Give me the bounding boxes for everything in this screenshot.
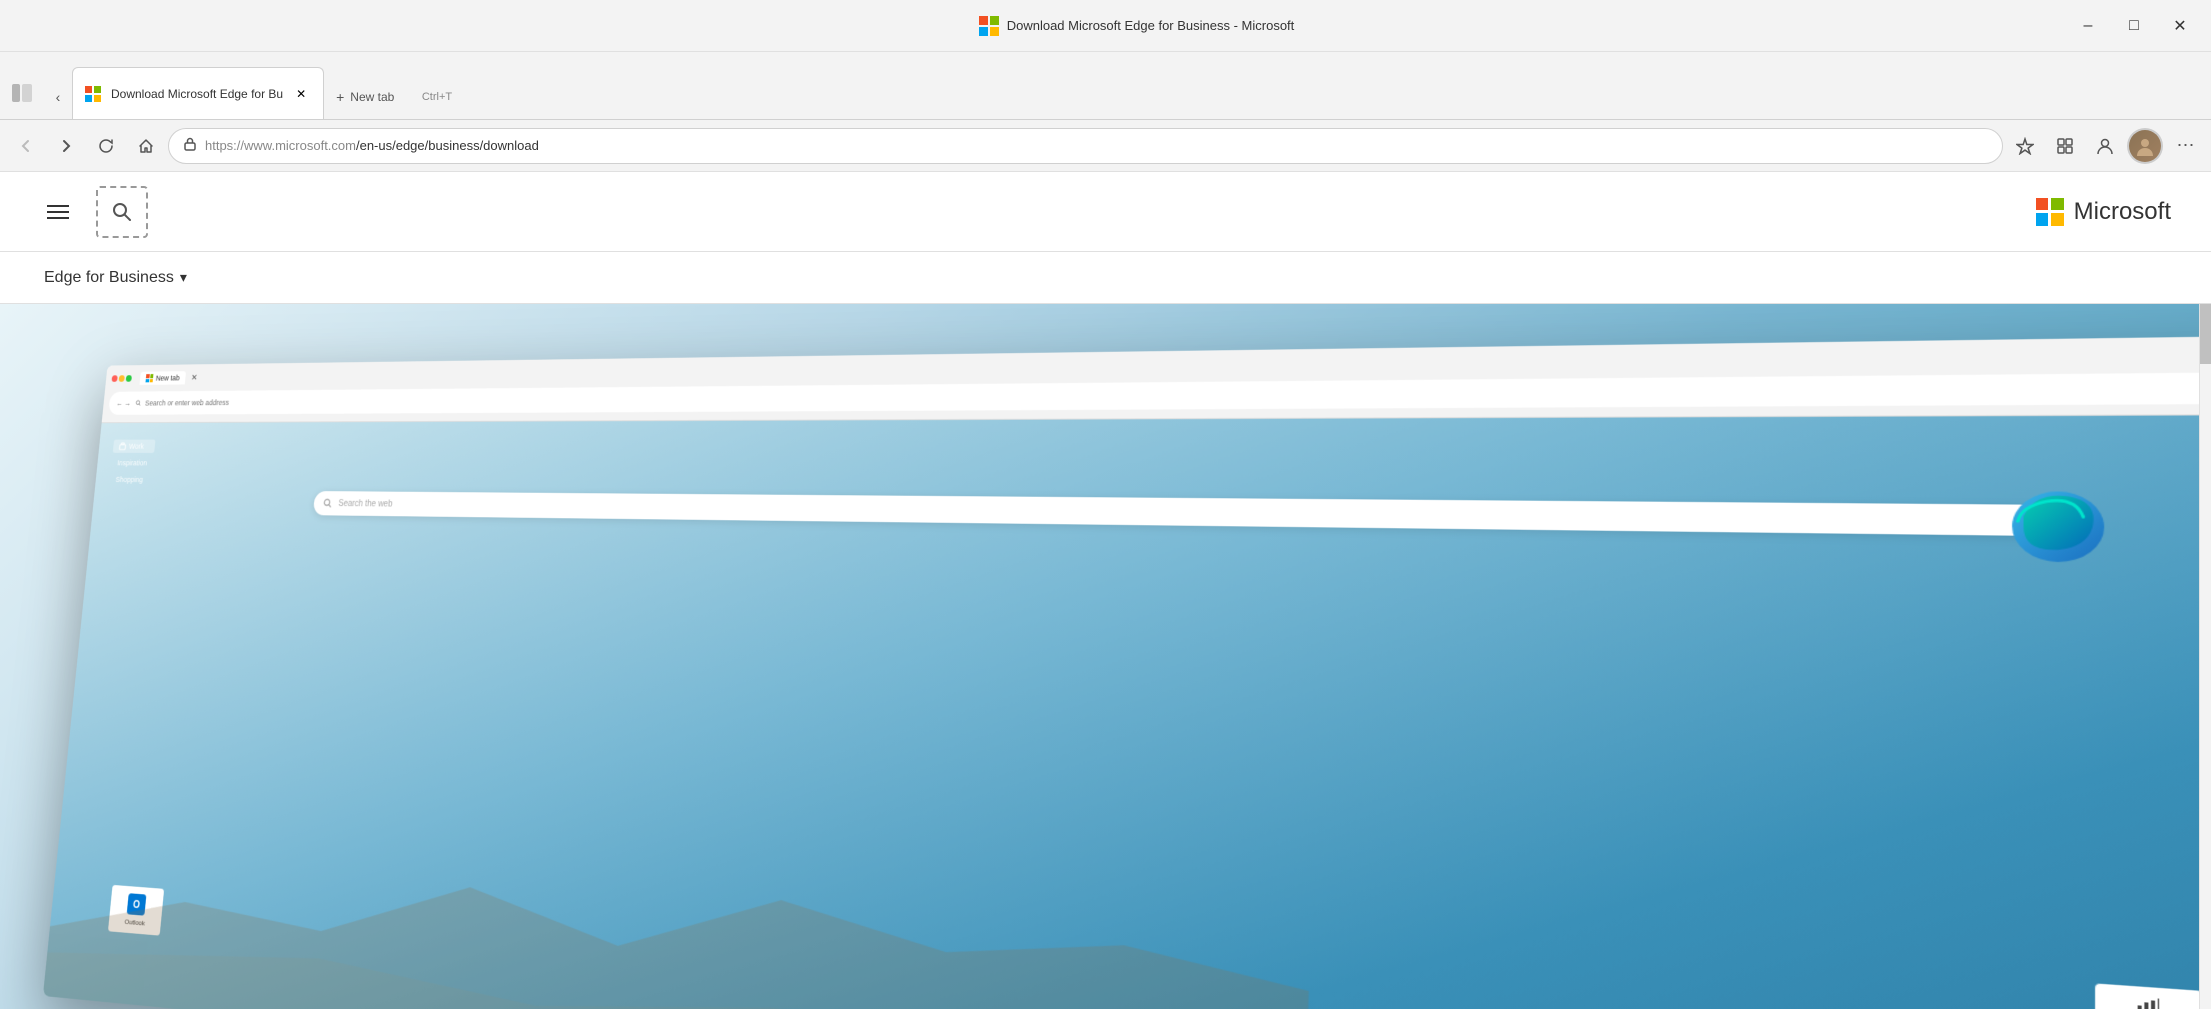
hero-bottom-links: Woodgrove Bank in LinkedIn [2095, 983, 2211, 1009]
sidebar-toggle-button[interactable] [4, 75, 40, 111]
tab-close-button[interactable]: Close tab ✕ [291, 84, 311, 104]
forward-button[interactable] [48, 128, 84, 164]
tab-favicon [85, 85, 103, 103]
hero-inspiration-label: Inspiration [117, 459, 148, 467]
profile-button[interactable] [2087, 128, 2123, 164]
site-header-logo: Microsoft [2036, 198, 2171, 226]
tab-title: Download Microsoft Edge for Bu [111, 87, 283, 101]
nav-item-chevron-icon: ▾ [180, 269, 187, 286]
hero-url-text: Search or enter web address [145, 398, 230, 407]
hero-work-label: Work [129, 442, 145, 450]
new-tab-label: New tab [350, 90, 394, 104]
hero-new-tab-search: Search the web [313, 491, 2090, 537]
user-avatar[interactable] [2127, 128, 2163, 164]
title-bar-center: Download Microsoft Edge for Business - M… [208, 16, 2065, 36]
home-icon [138, 138, 154, 154]
favorites-button[interactable] [2007, 128, 2043, 164]
site-header: Microsoft [0, 172, 2211, 252]
hero-landscape [43, 823, 1312, 1009]
tab-bar: ‹ Download Microsoft Edge for Bu Close t… [0, 52, 2211, 120]
main-content: Microsoft Edge for Business ▾ [0, 172, 2211, 1009]
hero-nav-shopping: Shopping [109, 473, 151, 487]
site-search-box[interactable] [96, 186, 148, 238]
hero-woodgrove-link: Woodgrove Bank [2095, 983, 2202, 1009]
hero-browser-chrome: New tab ✕ ← → Search or enter web addres… [102, 333, 2211, 423]
sidebar-icon [12, 84, 32, 102]
hero-nav-icons: ← → [116, 399, 131, 407]
refresh-icon [98, 138, 114, 154]
search-icon [111, 201, 133, 223]
hamburger-menu-button[interactable] [40, 194, 76, 230]
scrollbar[interactable] [2199, 304, 2211, 1009]
nav-item-edge-business[interactable]: Edge for Business ▾ [40, 269, 191, 287]
tab-strip-back-button[interactable]: ‹ [44, 83, 72, 111]
hero-vert-nav: Work Inspiration Shopping [109, 440, 155, 487]
hero-section: New tab ✕ ← → Search or enter web addres… [0, 304, 2211, 1009]
back-button[interactable] [8, 128, 44, 164]
minimize-button[interactable]: – [2065, 8, 2111, 44]
close-button[interactable]: ✕ [2157, 8, 2203, 44]
profile-icon [2096, 137, 2114, 155]
microsoft-logo-text: Microsoft [2074, 198, 2171, 226]
hero-browser-content: Search the web [43, 414, 2211, 1009]
collections-button[interactable] [2047, 128, 2083, 164]
settings-more-button[interactable]: ⋯ [2167, 128, 2203, 164]
collections-icon [2056, 137, 2074, 155]
security-lock-icon [183, 137, 197, 154]
content-area: Microsoft Edge for Business ▾ [0, 172, 2211, 1009]
home-button[interactable] [128, 128, 164, 164]
new-tab-plus-icon: + [336, 89, 344, 105]
site-nav: Edge for Business ▾ [0, 252, 2211, 304]
url-display: https://www.microsoft.com/en-us/edge/bus… [205, 138, 539, 153]
window-controls: – □ ✕ [2065, 8, 2203, 44]
hero-shopping-label: Shopping [115, 475, 143, 484]
hamburger-line-2 [47, 211, 69, 213]
microsoft-logo [2036, 198, 2064, 226]
window-title: Download Microsoft Edge for Business - M… [1007, 18, 1295, 33]
hero-close-btn: ✕ [191, 373, 198, 382]
new-tab-shortcut: Ctrl+T [422, 91, 452, 103]
hero-tab-label: New tab [155, 374, 180, 383]
ellipsis-icon: ⋯ [2177, 135, 2194, 156]
hero-tab: New tab [140, 371, 187, 385]
url-prefix: https://www.microsoft.com [205, 138, 356, 153]
nav-item-label: Edge for Business [44, 269, 174, 287]
tabs-area: Download Microsoft Edge for Bu Close tab… [72, 67, 2207, 119]
hero-nav-inspiration: Inspiration [111, 456, 153, 469]
new-tab-button[interactable]: + New tab Ctrl+T [324, 83, 464, 111]
star-icon [2016, 137, 2034, 155]
tab-edge-business[interactable]: Download Microsoft Edge for Bu Close tab… [72, 67, 324, 119]
hero-nav-work: Work [113, 440, 155, 453]
hamburger-line-1 [47, 205, 69, 207]
hero-window-controls [111, 375, 131, 382]
titlebar-ms-logo [979, 16, 999, 36]
avatar-circle [2129, 130, 2161, 162]
address-bar-row: https://www.microsoft.com/en-us/edge/bus… [0, 120, 2211, 172]
forward-icon [58, 138, 74, 154]
hamburger-line-3 [47, 217, 69, 219]
hero-edge-logo [2001, 471, 2116, 573]
back-icon [18, 138, 34, 154]
title-bar: Download Microsoft Edge for Business - M… [0, 0, 2211, 52]
refresh-button[interactable] [88, 128, 124, 164]
address-bar[interactable]: https://www.microsoft.com/en-us/edge/bus… [168, 128, 2003, 164]
hero-search-text: Search the web [338, 499, 393, 509]
maximize-button[interactable]: □ [2111, 8, 2157, 44]
url-suffix: /en-us/edge/business/download [356, 138, 539, 153]
scrollbar-thumb[interactable] [2200, 304, 2211, 364]
hero-browser-mockup: New tab ✕ ← → Search or enter web addres… [43, 333, 2211, 1009]
